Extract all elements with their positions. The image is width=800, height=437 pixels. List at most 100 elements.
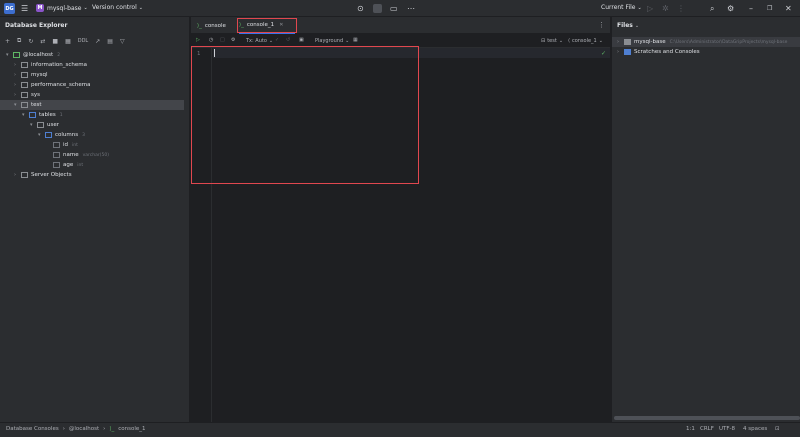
filter-icon[interactable]: ▽: [120, 38, 125, 45]
indent[interactable]: 4 spaces: [743, 426, 767, 432]
tree-item-icon: [45, 132, 52, 138]
file-row-selected[interactable]: › mysql-base C:\Users\Administrator\Data…: [612, 37, 800, 47]
files-panel: Files ⌄ › mysql-base C:\Users\Administra…: [611, 17, 800, 422]
cancel-icon[interactable]: ▣: [299, 37, 304, 43]
schema-selector[interactable]: ⊟ test ⌄: [541, 38, 563, 44]
chevron-right-icon[interactable]: ›: [14, 62, 21, 68]
tree-item[interactable]: ▾ tables 1: [0, 110, 184, 120]
tree-item-meta: varchar(50): [82, 152, 109, 158]
execute-icon[interactable]: ▷: [196, 37, 200, 43]
chevron-down-icon: ⌄: [558, 38, 564, 44]
tab-console[interactable]: ⟩_ console: [197, 17, 235, 34]
run-icon[interactable]: ▷: [647, 0, 653, 17]
explorer-toolbar: + ⧉ ↻ ⇄ ■ ▦ DDL ↗ ▤ ▽: [5, 37, 125, 45]
copy-icon[interactable]: ⧉: [17, 37, 21, 45]
current-file-selector[interactable]: Current File ⌄: [601, 4, 642, 11]
current-file-label: Current File: [601, 4, 636, 11]
table-icon[interactable]: ▦: [65, 38, 71, 45]
history-icon[interactable]: ◷: [209, 37, 213, 43]
tree-item[interactable]: › performance_schema: [0, 80, 184, 90]
tree-item-icon: [21, 92, 28, 98]
tree-item-label: test: [31, 102, 42, 108]
add-icon[interactable]: +: [5, 38, 10, 45]
database-icon[interactable]: [373, 4, 382, 13]
settings-icon[interactable]: ⚙: [231, 37, 235, 43]
console-icon[interactable]: ▤: [107, 38, 113, 45]
commit-icon[interactable]: ✓: [275, 37, 279, 43]
close-icon[interactable]: ✕: [785, 0, 792, 17]
tab-highlight-box: [237, 18, 297, 33]
minimize-icon[interactable]: –: [749, 0, 753, 17]
tree-item[interactable]: age int: [0, 160, 184, 170]
line-separator[interactable]: CRLF: [700, 426, 714, 432]
chevron-down-icon: ⌄: [634, 22, 640, 29]
encoding[interactable]: UTF-8: [719, 426, 735, 432]
tree-item[interactable]: › information_schema: [0, 60, 184, 70]
project-selector[interactable]: M mysql-base ⌄: [36, 4, 88, 12]
tree-item[interactable]: › sys: [0, 90, 184, 100]
tree-item[interactable]: ▾ user: [0, 120, 184, 130]
search-icon[interactable]: ⌕: [710, 0, 714, 17]
chevron-right-icon[interactable]: ›: [14, 72, 21, 78]
playground-label: Playground: [315, 38, 344, 44]
file-item: › mysql-base C:\Users\Administrator\Data…: [617, 37, 787, 47]
tree-item[interactable]: id int: [0, 140, 184, 150]
stop-icon[interactable]: □: [220, 37, 225, 43]
ddl-button[interactable]: DDL: [78, 38, 89, 44]
schema-icon: ⊟: [541, 38, 546, 44]
lock-icon[interactable]: ⊡: [775, 426, 780, 432]
sync-icon[interactable]: ⇄: [40, 38, 45, 45]
chevron-down-icon[interactable]: ▾: [30, 122, 37, 128]
chevron-down-icon[interactable]: ▾: [22, 112, 29, 118]
tree-item[interactable]: ▾ test: [0, 100, 184, 110]
horizontal-scrollbar[interactable]: [614, 416, 800, 420]
grid-icon[interactable]: ▦: [353, 37, 358, 43]
rollback-icon[interactable]: ↺: [286, 37, 290, 43]
chevron-down-icon[interactable]: ▾: [6, 52, 13, 58]
tree-item[interactable]: ▾ @localhost 2: [0, 50, 184, 60]
tree-item[interactable]: › Server Objects: [0, 170, 184, 180]
folder-icon: [624, 39, 631, 45]
breadcrumb-item[interactable]: Database Consoles: [6, 426, 59, 432]
more-icon[interactable]: ⋯: [407, 0, 415, 17]
gear-icon[interactable]: ⚙: [727, 0, 734, 17]
chevron-down-icon: ⌄: [345, 38, 350, 44]
chevron-right-icon[interactable]: ›: [14, 82, 21, 88]
jump-icon[interactable]: ↗: [95, 38, 100, 45]
chevron-down-icon[interactable]: ▾: [14, 102, 21, 108]
chevron-right-icon[interactable]: ›: [14, 92, 21, 98]
tx-mode-selector[interactable]: Tx: Auto ⌄: [246, 38, 273, 44]
project-badge: M: [36, 4, 44, 12]
more-actions-icon[interactable]: ⋮: [677, 0, 685, 17]
chevron-down-icon[interactable]: ▾: [38, 132, 45, 138]
playground-selector[interactable]: Playground ⌄: [315, 38, 349, 44]
chevron-right-icon[interactable]: ›: [14, 172, 21, 178]
scratches-icon: [624, 49, 631, 55]
title-bar: DG ☰ M mysql-base ⌄ Version control ⌄ ⊙ …: [0, 0, 800, 17]
tx-label: Tx: Auto: [246, 38, 267, 44]
chevron-right-icon: ›: [103, 426, 106, 432]
stop-icon[interactable]: ■: [52, 38, 58, 45]
files-header[interactable]: Files ⌄: [617, 22, 639, 29]
tree-item[interactable]: name varchar(50): [0, 150, 184, 160]
tree-item[interactable]: ▾ columns 3: [0, 130, 184, 140]
maximize-icon[interactable]: ❐: [767, 0, 772, 17]
tree-item-icon: [29, 112, 36, 118]
tree-item-icon: [37, 122, 44, 128]
folder-icon[interactable]: ▭: [390, 0, 398, 17]
tabs-more-icon[interactable]: ⋮: [598, 21, 605, 29]
refresh-icon[interactable]: ↻: [28, 38, 33, 45]
breadcrumb-item[interactable]: console_1: [118, 426, 145, 432]
vcs-menu[interactable]: Version control ⌄: [92, 4, 143, 11]
file-item[interactable]: › Scratches and Consoles: [617, 47, 700, 57]
caret-position[interactable]: 1:1: [686, 426, 695, 432]
debug-icon[interactable]: ✲: [662, 0, 669, 17]
vcs-label: Version control: [92, 4, 137, 11]
main-menu-icon[interactable]: ☰: [21, 0, 28, 17]
schema-label: test: [547, 38, 557, 44]
tree-item[interactable]: › mysql: [0, 70, 184, 80]
services-icon[interactable]: ⊙: [357, 0, 364, 17]
breadcrumb-item[interactable]: @localhost: [69, 426, 99, 432]
console-selector[interactable]: ⟨ console_1 ⌄: [568, 38, 603, 44]
tree-item-icon: [53, 152, 60, 158]
